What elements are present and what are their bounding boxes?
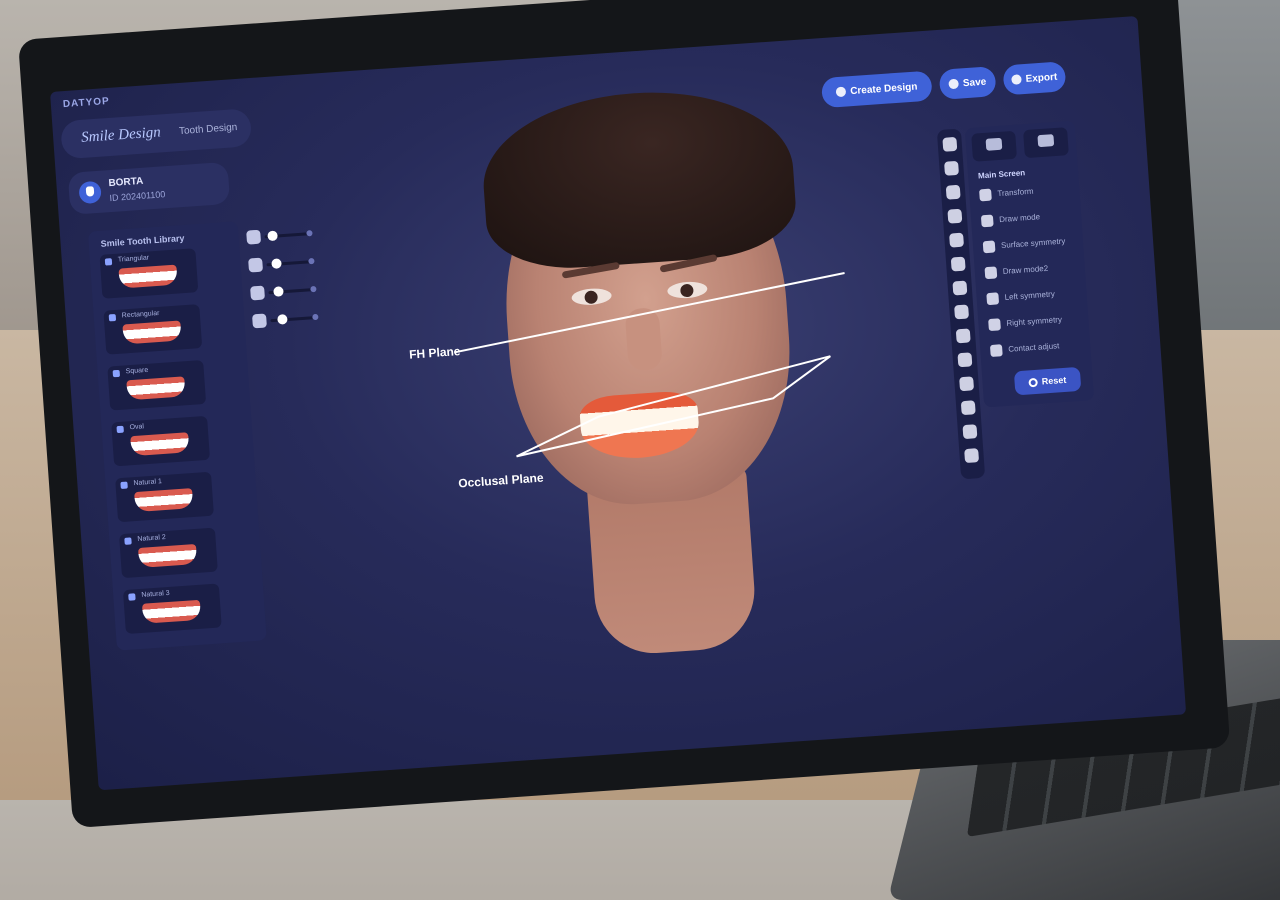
panel-item-label: Draw mode bbox=[998, 212, 1041, 225]
reset-button[interactable]: Reset bbox=[1013, 366, 1082, 396]
spark-icon[interactable] bbox=[962, 424, 978, 440]
premolar-tool-icon[interactable] bbox=[947, 208, 963, 224]
fh-plane-line bbox=[453, 272, 845, 354]
save-icon bbox=[948, 78, 960, 90]
app-screen: DATYOP Smile Design Tooth Design BORTA I… bbox=[50, 15, 1187, 791]
arch-tool-icon[interactable] bbox=[955, 328, 971, 344]
panel-item-label: Transform bbox=[997, 186, 1034, 199]
monitor-icon[interactable] bbox=[959, 376, 975, 392]
layout-icon bbox=[985, 137, 1003, 151]
panel-item-draw[interactable]: Draw mode bbox=[980, 207, 1074, 231]
panel-item-draw2[interactable]: Draw mode2 bbox=[984, 259, 1077, 283]
gum-tool-icon[interactable] bbox=[950, 256, 966, 272]
export-icon bbox=[1011, 74, 1022, 85]
panel-item-right-symmetry[interactable]: Right symmetry bbox=[988, 311, 1081, 335]
export-label: Export bbox=[1025, 71, 1058, 85]
panel-item-label: Right symmetry bbox=[1006, 314, 1063, 328]
panel-item-label: Draw mode2 bbox=[1002, 263, 1049, 276]
bridge-tool-icon[interactable] bbox=[954, 304, 970, 320]
reset-label: Reset bbox=[1041, 374, 1067, 387]
contact-icon bbox=[989, 344, 1003, 358]
create-design-button[interactable]: Create Design bbox=[820, 70, 933, 109]
incisor-tool-icon[interactable] bbox=[944, 160, 959, 176]
curve-icon bbox=[984, 266, 998, 280]
transform-icon bbox=[979, 188, 992, 202]
panel-item-contact[interactable]: Contact adjust bbox=[989, 337, 1083, 361]
mask-tool-icon[interactable] bbox=[957, 352, 973, 368]
symmetry-right-icon bbox=[988, 318, 1001, 332]
pencil-icon bbox=[980, 214, 994, 228]
panel-item-left-symmetry[interactable]: Left symmetry bbox=[986, 285, 1079, 309]
pin-icon bbox=[835, 86, 847, 98]
occlusal-plane-outline bbox=[516, 355, 831, 458]
panel-item-transform[interactable]: Transform bbox=[979, 181, 1072, 205]
zoom-icon[interactable] bbox=[960, 400, 976, 416]
view-toggle-left[interactable] bbox=[971, 130, 1018, 162]
panel-item-surface[interactable]: Surface symmetry bbox=[982, 233, 1076, 257]
view-toggle-right[interactable] bbox=[1023, 127, 1069, 159]
crown-tool-icon[interactable] bbox=[952, 280, 968, 296]
canine-tool-icon[interactable] bbox=[945, 184, 961, 200]
export-button[interactable]: Export bbox=[1002, 61, 1067, 96]
photo-scene: DATYOP Smile Design Tooth Design BORTA I… bbox=[0, 0, 1280, 900]
save-label: Save bbox=[962, 76, 987, 89]
surface-icon bbox=[982, 240, 996, 254]
panel-item-label: Contact adjust bbox=[1007, 341, 1060, 354]
create-design-label: Create Design bbox=[849, 80, 918, 97]
layout-icon bbox=[1037, 134, 1055, 148]
reset-icon bbox=[1028, 377, 1039, 387]
main-screen-panel: Main Screen Transform Draw mode Surface … bbox=[964, 120, 1095, 408]
molar-tool-icon[interactable] bbox=[949, 232, 965, 248]
panel-item-label: Surface symmetry bbox=[1000, 236, 1066, 251]
panel-title: Main Screen bbox=[977, 168, 1026, 181]
axis-icon[interactable] bbox=[964, 448, 980, 464]
save-button[interactable]: Save bbox=[938, 66, 997, 100]
tooth-tool-icon[interactable] bbox=[942, 136, 958, 152]
panel-item-label: Left symmetry bbox=[1004, 289, 1056, 302]
symmetry-left-icon bbox=[986, 292, 1000, 306]
